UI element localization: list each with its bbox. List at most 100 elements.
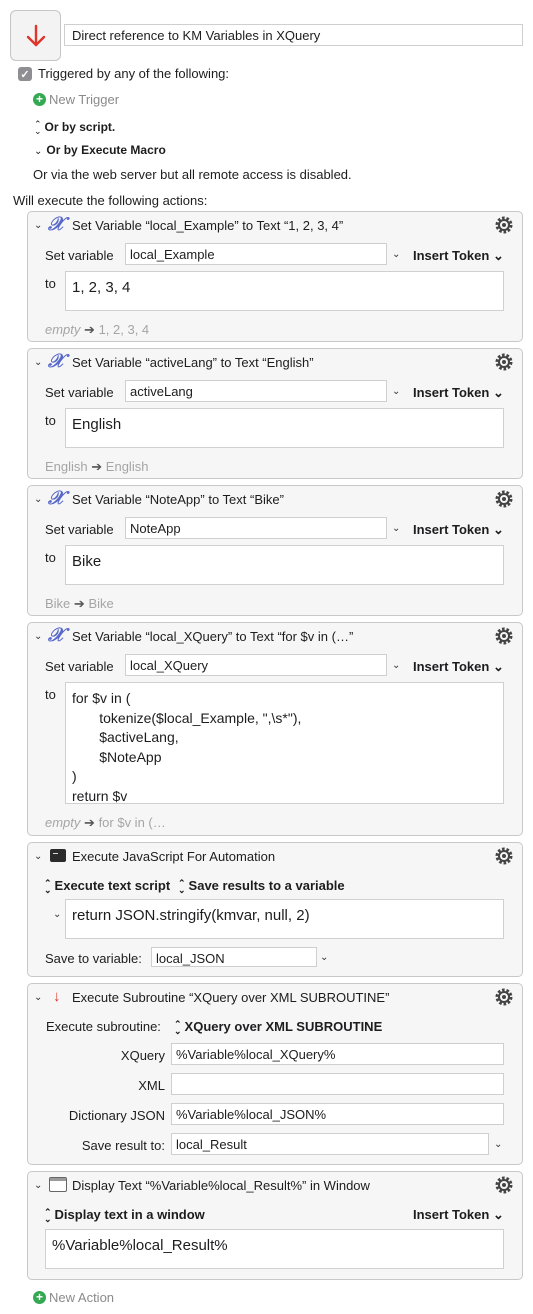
action-display-text[interactable]: ⌄ Display Text “%Variable%local_Result%”…: [27, 1171, 523, 1280]
action-set-variable-local-example[interactable]: ⌄ 𝒳 Set Variable “local_Example” to Text…: [27, 211, 523, 342]
param-label-xml: XML: [138, 1078, 165, 1093]
insert-token-button[interactable]: Insert Token ⌄: [413, 248, 504, 264]
save-variable-dropdown-icon[interactable]: ⌄: [320, 952, 328, 963]
action-execute-jxa[interactable]: ⌄ Execute JavaScript For Automation ⌃ ⌄ Ex…: [27, 842, 523, 977]
display-text-field[interactable]: %Variable%local_Result%: [45, 1229, 504, 1269]
macro-icon[interactable]: [10, 10, 61, 61]
terminal-icon: [50, 849, 66, 862]
gear-icon[interactable]: [494, 987, 514, 1007]
or-by-execute-macro-label: Or by Execute Macro: [46, 143, 166, 157]
collapse-chevron-icon[interactable]: ⌄: [34, 851, 42, 862]
status-from: Bike: [45, 596, 71, 611]
variable-dropdown-icon[interactable]: ⌄: [392, 660, 400, 671]
triggered-checkbox[interactable]: ✓: [18, 67, 32, 81]
variable-dropdown-icon[interactable]: ⌄: [392, 386, 400, 397]
subroutine-popup[interactable]: ⌃ ⌄ XQuery over XML SUBROUTINE: [174, 1019, 382, 1035]
action-header: ⌄ 𝒳 Set Variable “local_Example” to Text…: [28, 212, 522, 238]
window-icon: [49, 1177, 67, 1192]
insert-token-label: Insert Token: [413, 1207, 490, 1222]
action-title: Set Variable “NoteApp” to Text “Bike”: [72, 492, 284, 507]
collapse-chevron-icon[interactable]: ⌄: [34, 1180, 42, 1191]
results-mode-popup[interactable]: ⌃ ⌄ Save results to a variable: [178, 878, 345, 894]
collapse-chevron-icon[interactable]: ⌄: [34, 494, 42, 505]
variable-dropdown-icon[interactable]: ⌄: [392, 523, 400, 534]
status-to: English: [105, 459, 149, 474]
text-value-field[interactable]: Bike: [65, 545, 504, 585]
updown-icon: ⌃ ⌄: [34, 118, 42, 136]
action-set-variable-active-lang[interactable]: ⌄ 𝒳 Set Variable “activeLang” to Text “E…: [27, 348, 523, 479]
variable-name-field[interactable]: NoteApp: [125, 517, 387, 539]
action-title: Execute Subroutine “XQuery over XML SUBR…: [72, 990, 390, 1005]
insert-token-button[interactable]: Insert Token ⌄: [413, 1207, 504, 1223]
new-action-link[interactable]: New Action: [49, 1290, 114, 1305]
set-variable-label: Set variable: [45, 659, 114, 674]
or-by-script-label: Or by script.: [44, 120, 116, 134]
action-header: ⌄ 𝒳 Set Variable “activeLang” to Text “E…: [28, 349, 522, 375]
down-arrow-icon: [26, 24, 45, 46]
collapse-chevron-icon[interactable]: ⌄: [34, 631, 42, 642]
insert-token-button[interactable]: Insert Token ⌄: [413, 385, 504, 401]
results-mode-label: Save results to a variable: [188, 878, 345, 893]
script-expand-chevron-icon[interactable]: ⌄: [53, 909, 61, 920]
add-trigger-icon[interactable]: +: [33, 93, 46, 106]
updown-icon: ⌃ ⌄: [44, 1206, 52, 1224]
status-preview: English ➔ English: [45, 459, 149, 474]
display-mode-popup[interactable]: ⌃ ⌄ Display text in a window: [44, 1207, 205, 1223]
param-field-dictionary-json[interactable]: %Variable%local_JSON%: [171, 1103, 504, 1125]
collapse-chevron-icon[interactable]: ⌄: [34, 992, 42, 1003]
save-result-label: Save result to:: [81, 1138, 165, 1153]
execute-mode-popup[interactable]: ⌃ ⌄ Execute text script: [44, 878, 170, 894]
status-to: Bike: [88, 596, 114, 611]
action-title: Set Variable “local_XQuery” to Text “for…: [72, 629, 354, 644]
gear-icon[interactable]: [494, 489, 514, 509]
to-label: to: [45, 687, 56, 702]
actions-header: Will execute the following actions:: [13, 193, 208, 208]
param-field-xquery[interactable]: %Variable%local_XQuery%: [171, 1043, 504, 1065]
collapse-chevron-icon[interactable]: ⌄: [34, 220, 42, 231]
text-value-field[interactable]: 1, 2, 3, 4: [65, 271, 504, 311]
action-title: Display Text “%Variable%local_Result%” i…: [72, 1178, 370, 1193]
save-result-field[interactable]: local_Result: [171, 1133, 489, 1155]
variable-dropdown-icon[interactable]: ⌄: [392, 249, 400, 260]
variable-x-icon: 𝒳: [48, 487, 65, 509]
action-set-variable-noteapp[interactable]: ⌄ 𝒳 Set Variable “NoteApp” to Text “Bike…: [27, 485, 523, 616]
insert-token-button[interactable]: Insert Token ⌄: [413, 522, 504, 538]
action-header: ⌄ Execute JavaScript For Automation: [28, 843, 522, 869]
gear-icon[interactable]: [494, 626, 514, 646]
param-field-xml[interactable]: [171, 1073, 504, 1095]
action-title: Set Variable “activeLang” to Text “Engli…: [72, 355, 314, 370]
gear-icon[interactable]: [494, 1175, 514, 1195]
or-by-script-row[interactable]: ⌃ ⌄ Or by script.: [34, 118, 116, 136]
display-mode-label: Display text in a window: [54, 1207, 205, 1222]
down-arrow-icon: ↓: [53, 988, 61, 1005]
variable-name-field[interactable]: local_XQuery: [125, 654, 387, 676]
updown-icon: ⌃ ⌄: [178, 877, 186, 895]
subroutine-name: XQuery over XML SUBROUTINE: [184, 1019, 383, 1034]
variable-name-field[interactable]: local_Example: [125, 243, 387, 265]
triggers-header: Triggered by any of the following:: [38, 66, 230, 81]
variable-name-field[interactable]: activeLang: [125, 380, 387, 402]
collapse-chevron-icon[interactable]: ⌄: [34, 357, 42, 368]
updown-icon: ⌃ ⌄: [174, 1018, 182, 1036]
xquery-text-field[interactable]: for $v in ( tokenize($local_Example, ",\…: [65, 682, 504, 804]
new-trigger-link[interactable]: New Trigger: [49, 92, 119, 107]
text-value-field[interactable]: English: [65, 408, 504, 448]
gear-icon[interactable]: [494, 352, 514, 372]
to-label: to: [45, 550, 56, 565]
action-set-variable-local-xquery[interactable]: ⌄ 𝒳 Set Variable “local_XQuery” to Text …: [27, 622, 523, 836]
variable-x-icon: 𝒳: [48, 624, 65, 646]
save-to-variable-field[interactable]: local_JSON: [151, 947, 317, 967]
script-text-field[interactable]: return JSON.stringify(kmvar, null, 2): [65, 899, 504, 939]
set-variable-label: Set variable: [45, 522, 114, 537]
insert-token-button[interactable]: Insert Token ⌄: [413, 659, 504, 675]
action-title: Execute JavaScript For Automation: [72, 849, 276, 864]
save-result-dropdown-icon[interactable]: ⌄: [494, 1139, 502, 1150]
macro-title-field[interactable]: Direct reference to KM Variables in XQue…: [64, 24, 523, 46]
gear-icon[interactable]: [494, 846, 514, 866]
add-action-icon[interactable]: +: [33, 1291, 46, 1304]
or-by-execute-macro-row[interactable]: ⌄ Or by Execute Macro: [34, 143, 166, 157]
param-label-xquery: XQuery: [120, 1048, 165, 1063]
action-execute-subroutine[interactable]: ⌄ ↓ Execute Subroutine “XQuery over XML …: [27, 983, 523, 1165]
gear-icon[interactable]: [494, 215, 514, 235]
to-label: to: [45, 413, 56, 428]
